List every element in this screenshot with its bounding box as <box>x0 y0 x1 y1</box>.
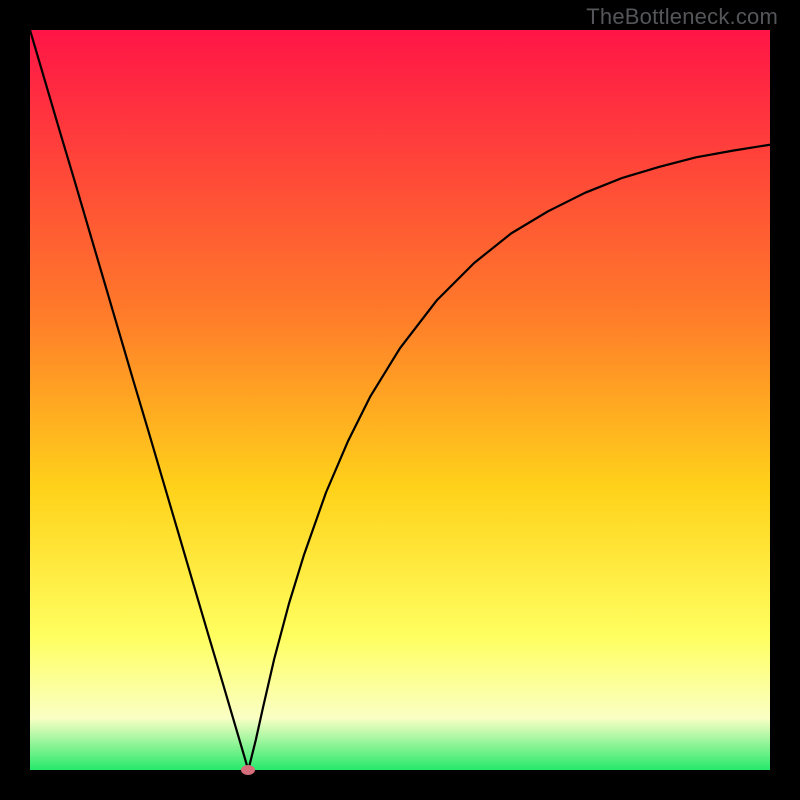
plot-svg <box>30 30 770 770</box>
gradient-background <box>30 30 770 770</box>
minimum-marker <box>241 765 255 775</box>
chart-frame: TheBottleneck.com <box>0 0 800 800</box>
watermark-text: TheBottleneck.com <box>586 4 778 30</box>
plot-area <box>30 30 770 770</box>
